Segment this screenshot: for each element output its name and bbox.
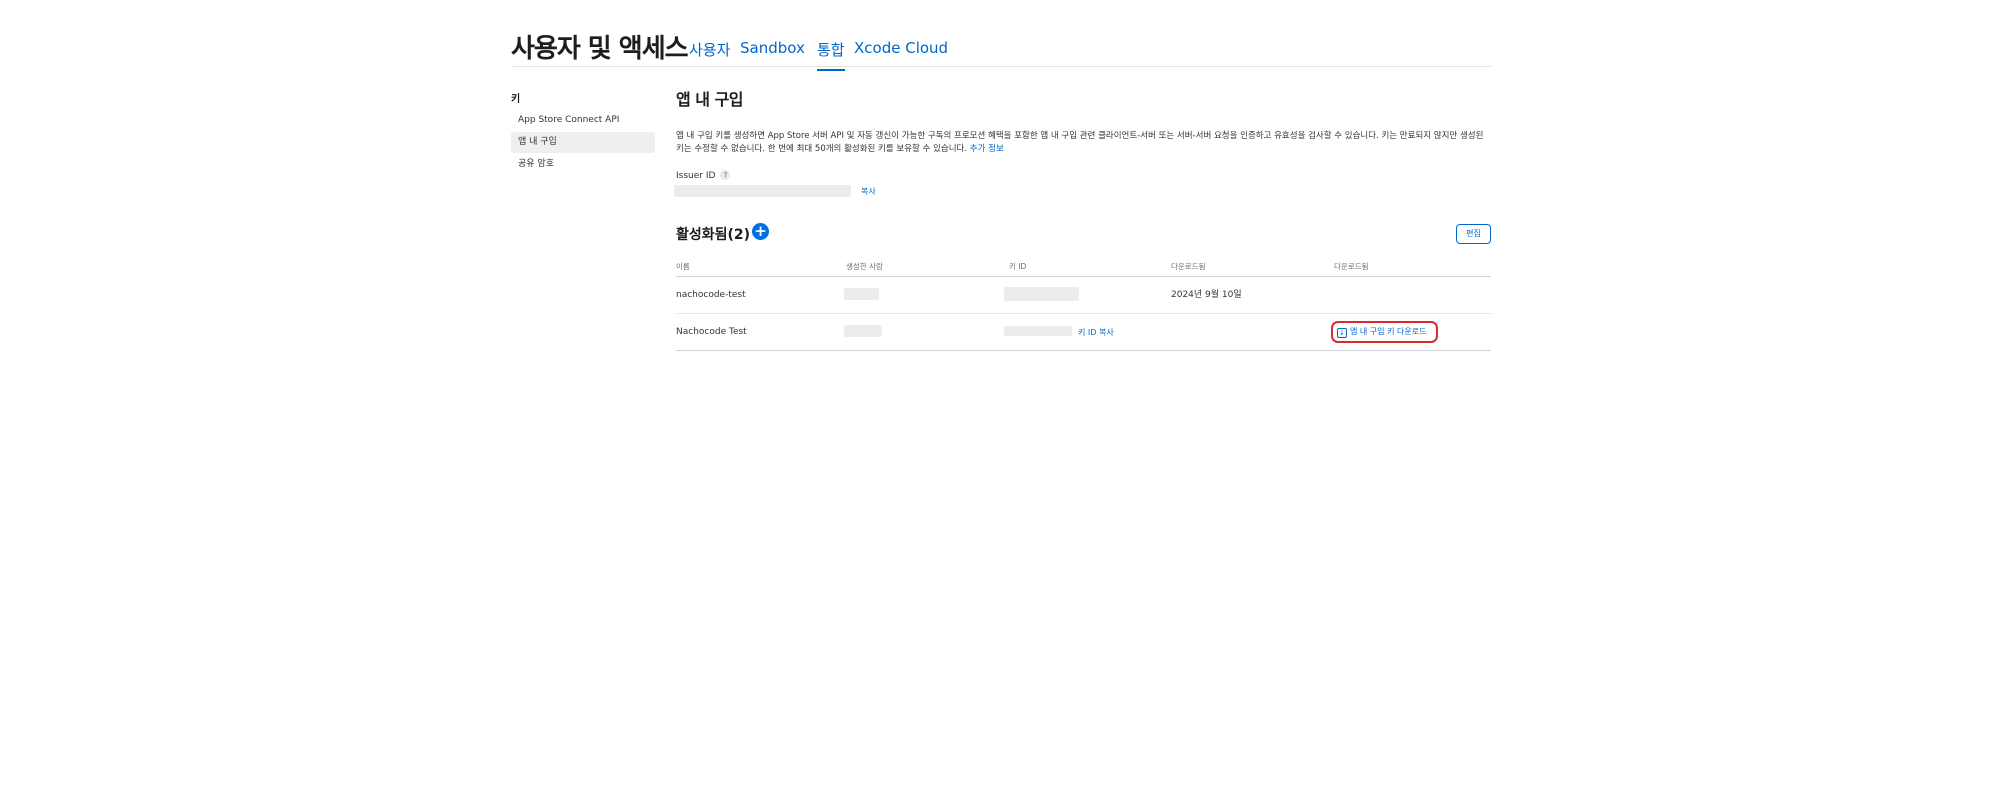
tab-users[interactable]: 사용자 xyxy=(689,39,730,60)
active-keys-heading: 활성화됨(2) xyxy=(676,227,751,243)
description-text: 앱 내 구입 키를 생성하면 App Store 서버 API 및 자동 갱신이… xyxy=(676,131,1484,154)
page-title: 사용자 및 액세스 xyxy=(511,34,689,64)
table-header-row: 이름 생성한 사람 키 ID 다운로드됨 다운로드됨 xyxy=(676,260,1491,277)
issuer-id-label: Issuer ID? xyxy=(676,170,731,181)
help-icon[interactable]: ? xyxy=(720,170,731,180)
downloaded-date: 2024년 9월 10일 xyxy=(1171,290,1242,300)
keys-table: 이름 생성한 사람 키 ID 다운로드됨 다운로드됨 nachocode-tes… xyxy=(676,260,1491,351)
sidebar-item-app-store-connect-api[interactable]: App Store Connect API xyxy=(511,110,655,131)
copy-issuer-id-link[interactable]: 복사 xyxy=(861,186,876,197)
edit-button[interactable]: 편집 xyxy=(1456,224,1491,244)
issuer-id-text: Issuer ID xyxy=(676,171,716,181)
created-by-redacted xyxy=(844,288,879,300)
download-key-button[interactable]: ↓ 앱 내 구입 키 다운로드 xyxy=(1331,321,1438,343)
sidebar-item-in-app-purchase[interactable]: 앱 내 구입 xyxy=(511,132,655,153)
key-name: nachocode-test xyxy=(676,290,746,300)
key-id-redacted xyxy=(1004,287,1079,301)
column-header-created-by: 생성한 사람 xyxy=(846,262,883,271)
add-key-button[interactable]: + xyxy=(752,223,769,240)
column-header-name: 이름 xyxy=(676,262,690,271)
key-name: Nachocode Test xyxy=(676,327,747,337)
tab-xcode-cloud[interactable]: Xcode Cloud xyxy=(854,39,948,57)
download-key-label: 앱 내 구입 키 다운로드 xyxy=(1350,327,1427,336)
column-header-key-id: 키 ID xyxy=(1009,262,1027,271)
issuer-id-value-redacted xyxy=(674,185,851,197)
more-info-link[interactable]: 추가 정보 xyxy=(970,144,1004,154)
section-title: 앱 내 구입 xyxy=(676,90,744,109)
copy-key-id-link[interactable]: 키 ID 복사 xyxy=(1078,327,1114,338)
page-header: 사용자 및 액세스 사용자 Sandbox 통합 Xcode Cloud xyxy=(511,28,1491,71)
column-header-downloaded: 다운로드됨 xyxy=(1171,262,1206,271)
tab-integrations[interactable]: 통합 xyxy=(817,39,845,71)
table-row: nachocode-test 2024년 9월 10일 xyxy=(676,277,1491,314)
table-row: Nachocode Test 키 ID 복사 ↓ 앱 내 구입 키 다운로드 xyxy=(676,314,1491,351)
key-id-redacted xyxy=(1004,326,1072,336)
tab-sandbox[interactable]: Sandbox xyxy=(740,39,805,57)
sidebar: 키 App Store Connect API 앱 내 구입 공유 암호 xyxy=(511,90,655,176)
main-content: 앱 내 구입 앱 내 구입 키를 생성하면 App Store 서버 API 및… xyxy=(674,88,1491,351)
download-icon: ↓ xyxy=(1337,328,1347,338)
sidebar-heading: 키 xyxy=(511,94,521,105)
sidebar-item-shared-secret[interactable]: 공유 암호 xyxy=(511,154,655,175)
column-header-download: 다운로드됨 xyxy=(1334,262,1369,271)
description: 앱 내 구입 키를 생성하면 App Store 서버 API 및 자동 갱신이… xyxy=(676,130,1491,156)
created-by-redacted xyxy=(844,325,882,337)
